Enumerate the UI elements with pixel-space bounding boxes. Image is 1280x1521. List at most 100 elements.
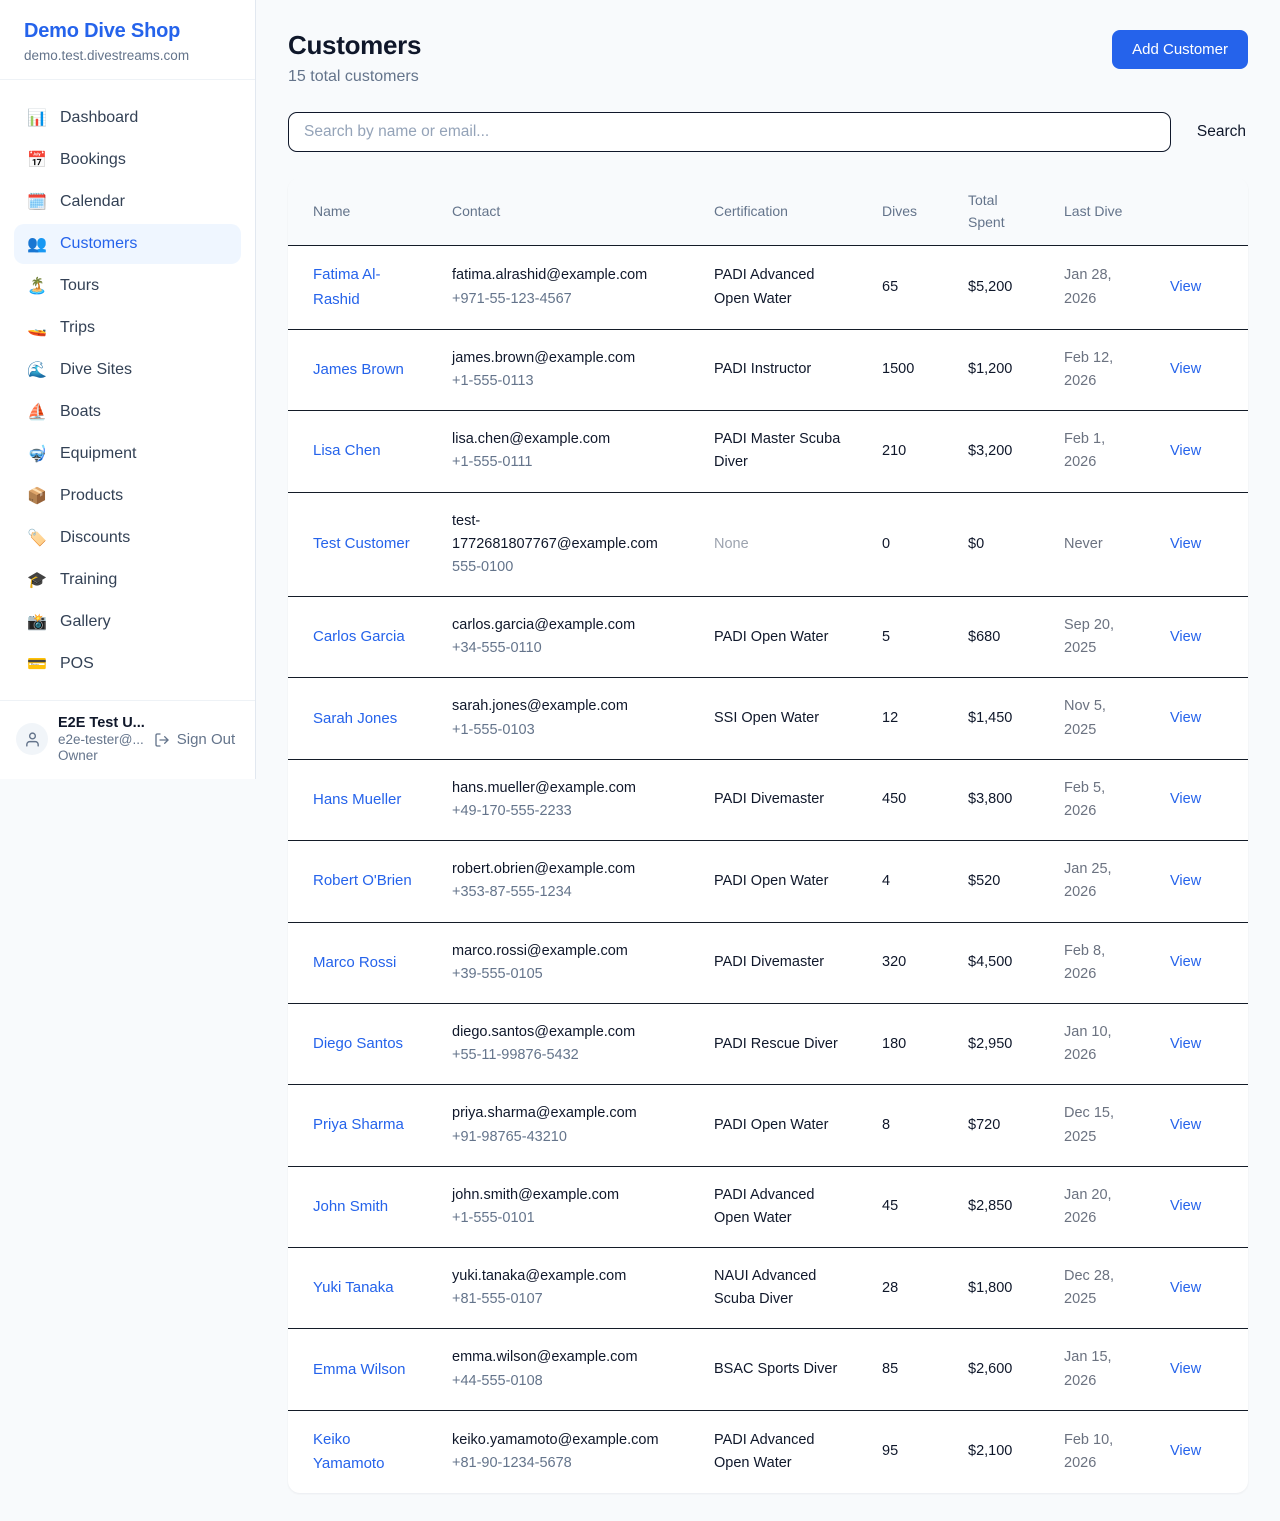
equipment-icon: 🤿 [27, 444, 47, 464]
customer-name-link[interactable]: Yuki Tanaka [313, 1279, 394, 1296]
add-customer-button[interactable]: Add Customer [1112, 30, 1248, 69]
sign-out-button[interactable]: Sign Out [154, 731, 235, 748]
customer-last-dive: Jan 15, 2026 [1048, 1329, 1154, 1410]
table-row: Lisa Chen lisa.chen@example.com +1-555-0… [288, 411, 1248, 492]
customer-name-link[interactable]: Diego Santos [313, 1035, 403, 1052]
view-link[interactable]: View [1170, 710, 1201, 726]
customer-phone: +81-555-0107 [452, 1288, 682, 1311]
sidebar-item-label: Discounts [60, 529, 130, 547]
customer-name-link[interactable]: Fatima Al-Rashid [313, 266, 381, 307]
customer-name-link[interactable]: James Brown [313, 361, 404, 378]
search-button[interactable]: Search [1195, 117, 1248, 147]
sidebar-item-dive-sites[interactable]: 🌊 Dive Sites [14, 350, 241, 390]
customer-certification: NAUI Advanced Scuba Diver [698, 1248, 866, 1329]
sidebar-item-gallery[interactable]: 📸 Gallery [14, 602, 241, 642]
table-row: Marco Rossi marco.rossi@example.com +39-… [288, 922, 1248, 1003]
customer-total-spent: $2,100 [952, 1410, 1048, 1493]
sidebar-item-products[interactable]: 📦 Products [14, 476, 241, 516]
view-link[interactable]: View [1170, 1443, 1201, 1459]
table-row: Yuki Tanaka yuki.tanaka@example.com +81-… [288, 1248, 1248, 1329]
view-link[interactable]: View [1170, 279, 1201, 295]
customer-name-link[interactable]: Priya Sharma [313, 1116, 404, 1133]
sidebar-item-boats[interactable]: ⛵ Boats [14, 392, 241, 432]
customer-name-link[interactable]: Test Customer [313, 535, 410, 552]
view-link[interactable]: View [1170, 791, 1201, 807]
customer-last-dive: Jan 10, 2026 [1048, 1003, 1154, 1084]
customer-name-link[interactable]: Hans Mueller [313, 791, 401, 808]
main-content: Customers 15 total customers Add Custome… [256, 0, 1280, 1521]
avatar [16, 723, 48, 755]
view-link[interactable]: View [1170, 1198, 1201, 1214]
dashboard-icon: 📊 [27, 108, 47, 128]
view-link[interactable]: View [1170, 954, 1201, 970]
training-icon: 🎓 [27, 570, 47, 590]
search-input[interactable] [288, 112, 1171, 152]
view-link[interactable]: View [1170, 536, 1201, 552]
customer-email: keiko.yamamoto@example.com [452, 1429, 682, 1452]
view-link[interactable]: View [1170, 1361, 1201, 1377]
customer-last-dive: Feb 12, 2026 [1048, 329, 1154, 410]
dive-sites-icon: 🌊 [27, 360, 47, 380]
table-row: James Brown james.brown@example.com +1-5… [288, 329, 1248, 410]
customer-certification: PADI Open Water [698, 597, 866, 678]
customer-name-link[interactable]: John Smith [313, 1198, 388, 1215]
customer-certification: None [698, 492, 866, 597]
page-title: Customers [288, 30, 421, 61]
customer-total-spent: $1,450 [952, 678, 1048, 759]
customer-total-spent: $520 [952, 841, 1048, 922]
table-row: Emma Wilson emma.wilson@example.com +44-… [288, 1329, 1248, 1410]
customer-last-dive: Jan 25, 2026 [1048, 841, 1154, 922]
sidebar-item-customers[interactable]: 👥 Customers [14, 224, 241, 264]
customer-name-link[interactable]: Robert O'Brien [313, 872, 412, 889]
sidebar-nav: 📊 Dashboard 📅 Bookings 🗓️ Calendar 👥 Cus… [0, 80, 255, 700]
customer-name-link[interactable]: Keiko Yamamoto [313, 1431, 384, 1472]
customer-certification: PADI Open Water [698, 1085, 866, 1166]
customers-table: Name Contact Certification Dives Total S… [288, 178, 1248, 1493]
sidebar-item-pos[interactable]: 💳 POS [14, 644, 241, 684]
view-link[interactable]: View [1170, 1280, 1201, 1296]
view-link[interactable]: View [1170, 361, 1201, 377]
customer-last-dive: Jan 28, 2026 [1048, 246, 1154, 329]
customer-certification: PADI Divemaster [698, 759, 866, 840]
customer-total-spent: $4,500 [952, 922, 1048, 1003]
customer-name-link[interactable]: Marco Rossi [313, 954, 396, 971]
customer-dives: 45 [866, 1166, 952, 1247]
sidebar-item-calendar[interactable]: 🗓️ Calendar [14, 182, 241, 222]
view-link[interactable]: View [1170, 873, 1201, 889]
customer-last-dive: Feb 8, 2026 [1048, 922, 1154, 1003]
customer-total-spent: $2,850 [952, 1166, 1048, 1247]
col-name: Name [288, 178, 436, 246]
customer-email: robert.obrien@example.com [452, 858, 682, 881]
customer-certification: SSI Open Water [698, 678, 866, 759]
sidebar-item-equipment[interactable]: 🤿 Equipment [14, 434, 241, 474]
customer-dives: 65 [866, 246, 952, 329]
shop-domain: demo.test.divestreams.com [24, 48, 231, 63]
view-link[interactable]: View [1170, 443, 1201, 459]
customer-dives: 0 [866, 492, 952, 597]
customer-name-link[interactable]: Emma Wilson [313, 1361, 406, 1378]
col-contact: Contact [436, 178, 698, 246]
sidebar-item-label: Trips [60, 319, 95, 337]
customer-last-dive: Sep 20, 2025 [1048, 597, 1154, 678]
customer-name-link[interactable]: Lisa Chen [313, 442, 381, 459]
table-row: Fatima Al-Rashid fatima.alrashid@example… [288, 246, 1248, 329]
sidebar-item-tours[interactable]: 🏝️ Tours [14, 266, 241, 306]
sidebar-item-dashboard[interactable]: 📊 Dashboard [14, 98, 241, 138]
sidebar-item-discounts[interactable]: 🏷️ Discounts [14, 518, 241, 558]
customer-email: marco.rossi@example.com [452, 940, 682, 963]
customer-name-link[interactable]: Carlos Garcia [313, 628, 405, 645]
customer-last-dive: Jan 20, 2026 [1048, 1166, 1154, 1247]
customer-phone: +39-555-0105 [452, 963, 682, 986]
sidebar-item-trips[interactable]: 🚤 Trips [14, 308, 241, 348]
view-link[interactable]: View [1170, 1117, 1201, 1133]
view-link[interactable]: View [1170, 1036, 1201, 1052]
sidebar-item-bookings[interactable]: 📅 Bookings [14, 140, 241, 180]
col-actions [1154, 178, 1248, 246]
customer-email: priya.sharma@example.com [452, 1102, 682, 1125]
customer-name-link[interactable]: Sarah Jones [313, 710, 397, 727]
sidebar-item-training[interactable]: 🎓 Training [14, 560, 241, 600]
col-total-spent: Total Spent [952, 178, 1048, 246]
view-link[interactable]: View [1170, 629, 1201, 645]
customer-dives: 320 [866, 922, 952, 1003]
customer-total-spent: $3,200 [952, 411, 1048, 492]
